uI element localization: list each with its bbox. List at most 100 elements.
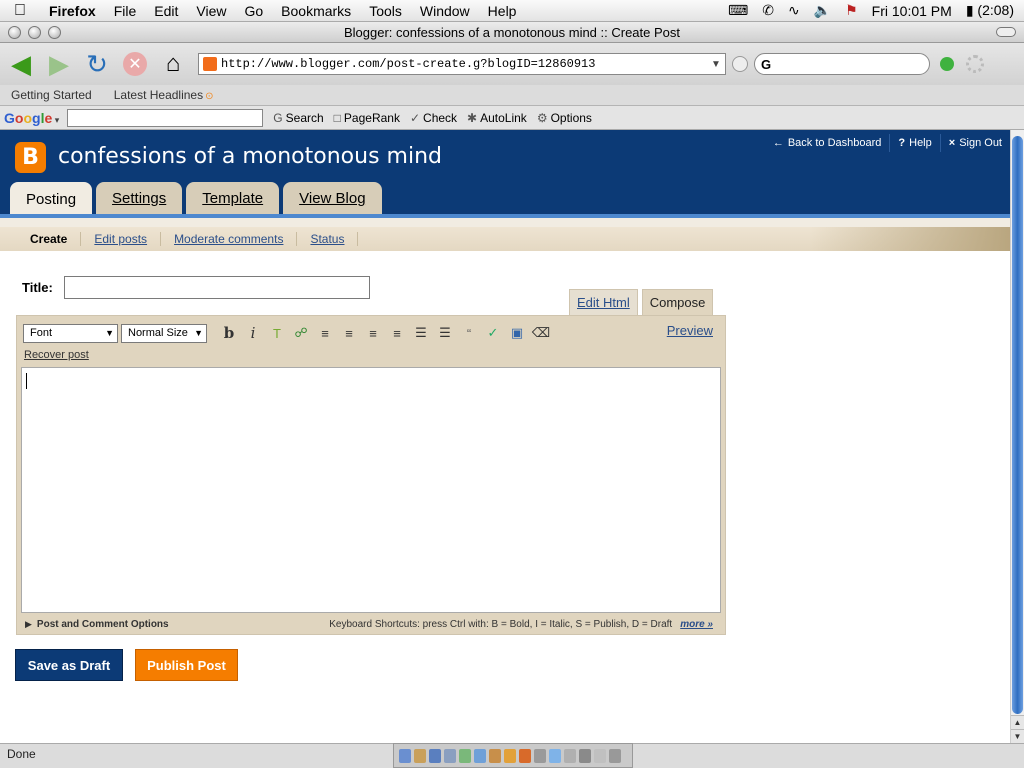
justify-icon[interactable]: ≡ xyxy=(385,323,409,343)
google-toolbar-search-input[interactable] xyxy=(67,108,264,127)
stop-button[interactable]: ✕ xyxy=(118,47,152,81)
toolbar-toggle-button[interactable] xyxy=(996,27,1016,37)
close-window-button[interactable] xyxy=(8,26,21,39)
keyboard-icon[interactable]: ⌨ xyxy=(728,2,748,19)
volume-icon[interactable]: 🔈 xyxy=(814,2,831,19)
home-icon[interactable]: ⌂ xyxy=(156,47,190,81)
google-search-icon[interactable]: G xyxy=(761,57,771,72)
recover-post-link[interactable]: Recover post xyxy=(24,349,89,361)
align-right-icon[interactable]: ≡ xyxy=(361,323,385,343)
forward-arrow-icon[interactable]: ▶ xyxy=(42,47,76,81)
go-button[interactable] xyxy=(732,56,748,72)
publish-post-button[interactable]: Publish Post xyxy=(135,649,238,681)
italic-icon[interactable]: i xyxy=(241,323,265,343)
battery-indicator[interactable]: ▮ (2:08) xyxy=(966,2,1014,19)
menu-file[interactable]: File xyxy=(105,3,146,19)
spellcheck-button[interactable]: ✓ Check xyxy=(410,111,457,125)
vertical-scrollbar[interactable]: ▲ ▼ xyxy=(1010,130,1024,743)
subnav-moderate-comments[interactable]: Moderate comments xyxy=(161,232,298,246)
firefox-dock-icon[interactable] xyxy=(519,748,531,763)
align-left-icon[interactable]: ≡ xyxy=(313,323,337,343)
bookmark-latest-headlines[interactable]: Latest Headlines ⊙ xyxy=(103,88,225,102)
google-logo[interactable]: Google ▾ xyxy=(0,110,59,126)
menu-window[interactable]: Window xyxy=(411,3,479,19)
subnav-edit-posts[interactable]: Edit posts xyxy=(81,232,162,246)
dock-app-icon[interactable] xyxy=(399,748,411,763)
clock[interactable]: Fri 10:01 PM xyxy=(872,3,952,19)
menu-bookmarks[interactable]: Bookmarks xyxy=(272,3,360,19)
spellcheck-icon[interactable]: ✓ xyxy=(481,323,505,343)
google-search-button[interactable]: G Search xyxy=(273,111,323,125)
image-icon[interactable]: ▣ xyxy=(505,323,529,343)
post-body-editor[interactable] xyxy=(21,367,721,613)
align-center-icon[interactable]: ≡ xyxy=(337,323,361,343)
url-text[interactable]: http://www.blogger.com/post-create.g?blo… xyxy=(221,57,711,71)
dock-app-icon[interactable] xyxy=(474,748,486,763)
size-select[interactable]: Normal Size ▼ xyxy=(121,323,207,343)
url-bar[interactable]: http://www.blogger.com/post-create.g?blo… xyxy=(198,53,726,75)
autolink-button[interactable]: ✱ AutoLink xyxy=(467,111,527,125)
font-select[interactable]: Font ▼ xyxy=(23,323,118,343)
preview-link[interactable]: Preview xyxy=(667,323,713,338)
save-as-draft-button[interactable]: Save as Draft xyxy=(15,649,123,681)
dock-app-icon[interactable] xyxy=(504,748,516,763)
sign-out-link[interactable]: × Sign Out xyxy=(939,134,1010,152)
numbered-list-icon[interactable]: ☰ xyxy=(409,323,433,343)
status-green-icon[interactable] xyxy=(940,57,954,71)
dock-app-icon[interactable] xyxy=(414,748,426,763)
eraser-icon[interactable]: ⌫ xyxy=(529,323,553,343)
blogger-logo-icon[interactable]: B xyxy=(15,142,46,173)
apple-menu-icon[interactable]:  xyxy=(0,2,40,20)
menu-app-firefox[interactable]: Firefox xyxy=(40,3,105,19)
dock-app-icon[interactable] xyxy=(489,748,501,763)
dock-app-icon[interactable] xyxy=(594,748,606,763)
dock-app-icon[interactable] xyxy=(459,748,471,763)
link-icon[interactable]: ☍ xyxy=(289,323,313,343)
tab-view-blog[interactable]: View Blog xyxy=(283,182,382,214)
dock-app-icon[interactable] xyxy=(429,748,441,763)
post-title-input[interactable] xyxy=(64,276,370,299)
options-button[interactable]: ⚙ Options xyxy=(537,111,592,125)
text-color-icon[interactable]: T xyxy=(265,323,289,343)
edit-html-tab[interactable]: Edit Html xyxy=(569,289,638,316)
menu-help[interactable]: Help xyxy=(479,3,526,19)
dock-app-icon[interactable] xyxy=(444,748,456,763)
menu-edit[interactable]: Edit xyxy=(145,3,187,19)
minimize-window-button[interactable] xyxy=(28,26,41,39)
back-to-dashboard-link[interactable]: ← Back to Dashboard xyxy=(765,134,890,152)
bookmark-getting-started[interactable]: Getting Started xyxy=(0,88,103,102)
flag-icon[interactable]: ⚑ xyxy=(845,2,858,19)
trash-icon[interactable] xyxy=(609,748,621,763)
wifi-icon[interactable]: ∿ xyxy=(788,2,800,19)
bold-icon[interactable]: b xyxy=(217,323,241,343)
scrollbar-thumb[interactable] xyxy=(1012,136,1023,714)
dock-app-icon[interactable] xyxy=(534,748,546,763)
dock-app-icon[interactable] xyxy=(549,748,561,763)
dock-app-icon[interactable] xyxy=(579,748,591,763)
pagerank-button[interactable]: □ PageRank xyxy=(334,111,400,125)
back-arrow-icon[interactable]: ◀ xyxy=(4,47,38,81)
tab-template[interactable]: Template xyxy=(186,182,280,214)
top-nav: ← Back to Dashboard ? Help × Sign Out xyxy=(765,134,1010,152)
scroll-up-icon[interactable]: ▲ xyxy=(1011,715,1024,729)
dock-app-icon[interactable] xyxy=(564,748,576,763)
post-options-toggle[interactable]: ▶ Post and Comment Options xyxy=(17,619,169,630)
tab-settings[interactable]: Settings xyxy=(96,182,183,214)
subnav-create[interactable]: Create xyxy=(0,232,82,246)
more-shortcuts-link[interactable]: more » xyxy=(680,619,713,630)
help-link[interactable]: ? Help xyxy=(889,134,939,152)
subnav-status[interactable]: Status xyxy=(297,232,359,246)
menu-go[interactable]: Go xyxy=(235,3,272,19)
blockquote-icon[interactable]: “ xyxy=(457,323,481,343)
menu-view[interactable]: View xyxy=(187,3,235,19)
tab-posting[interactable]: Posting xyxy=(10,182,93,218)
compose-tab[interactable]: Compose xyxy=(641,289,714,316)
menu-tools[interactable]: Tools xyxy=(360,3,411,19)
zoom-window-button[interactable] xyxy=(48,26,61,39)
url-history-dropdown-icon[interactable]: ▼ xyxy=(711,59,725,70)
search-engine-box[interactable]: G xyxy=(754,53,930,75)
bullet-list-icon[interactable]: ☰ xyxy=(433,323,457,343)
scroll-down-icon[interactable]: ▼ xyxy=(1011,729,1024,743)
reload-icon[interactable]: ↻ xyxy=(80,47,114,81)
phone-icon[interactable]: ✆ xyxy=(762,2,774,19)
